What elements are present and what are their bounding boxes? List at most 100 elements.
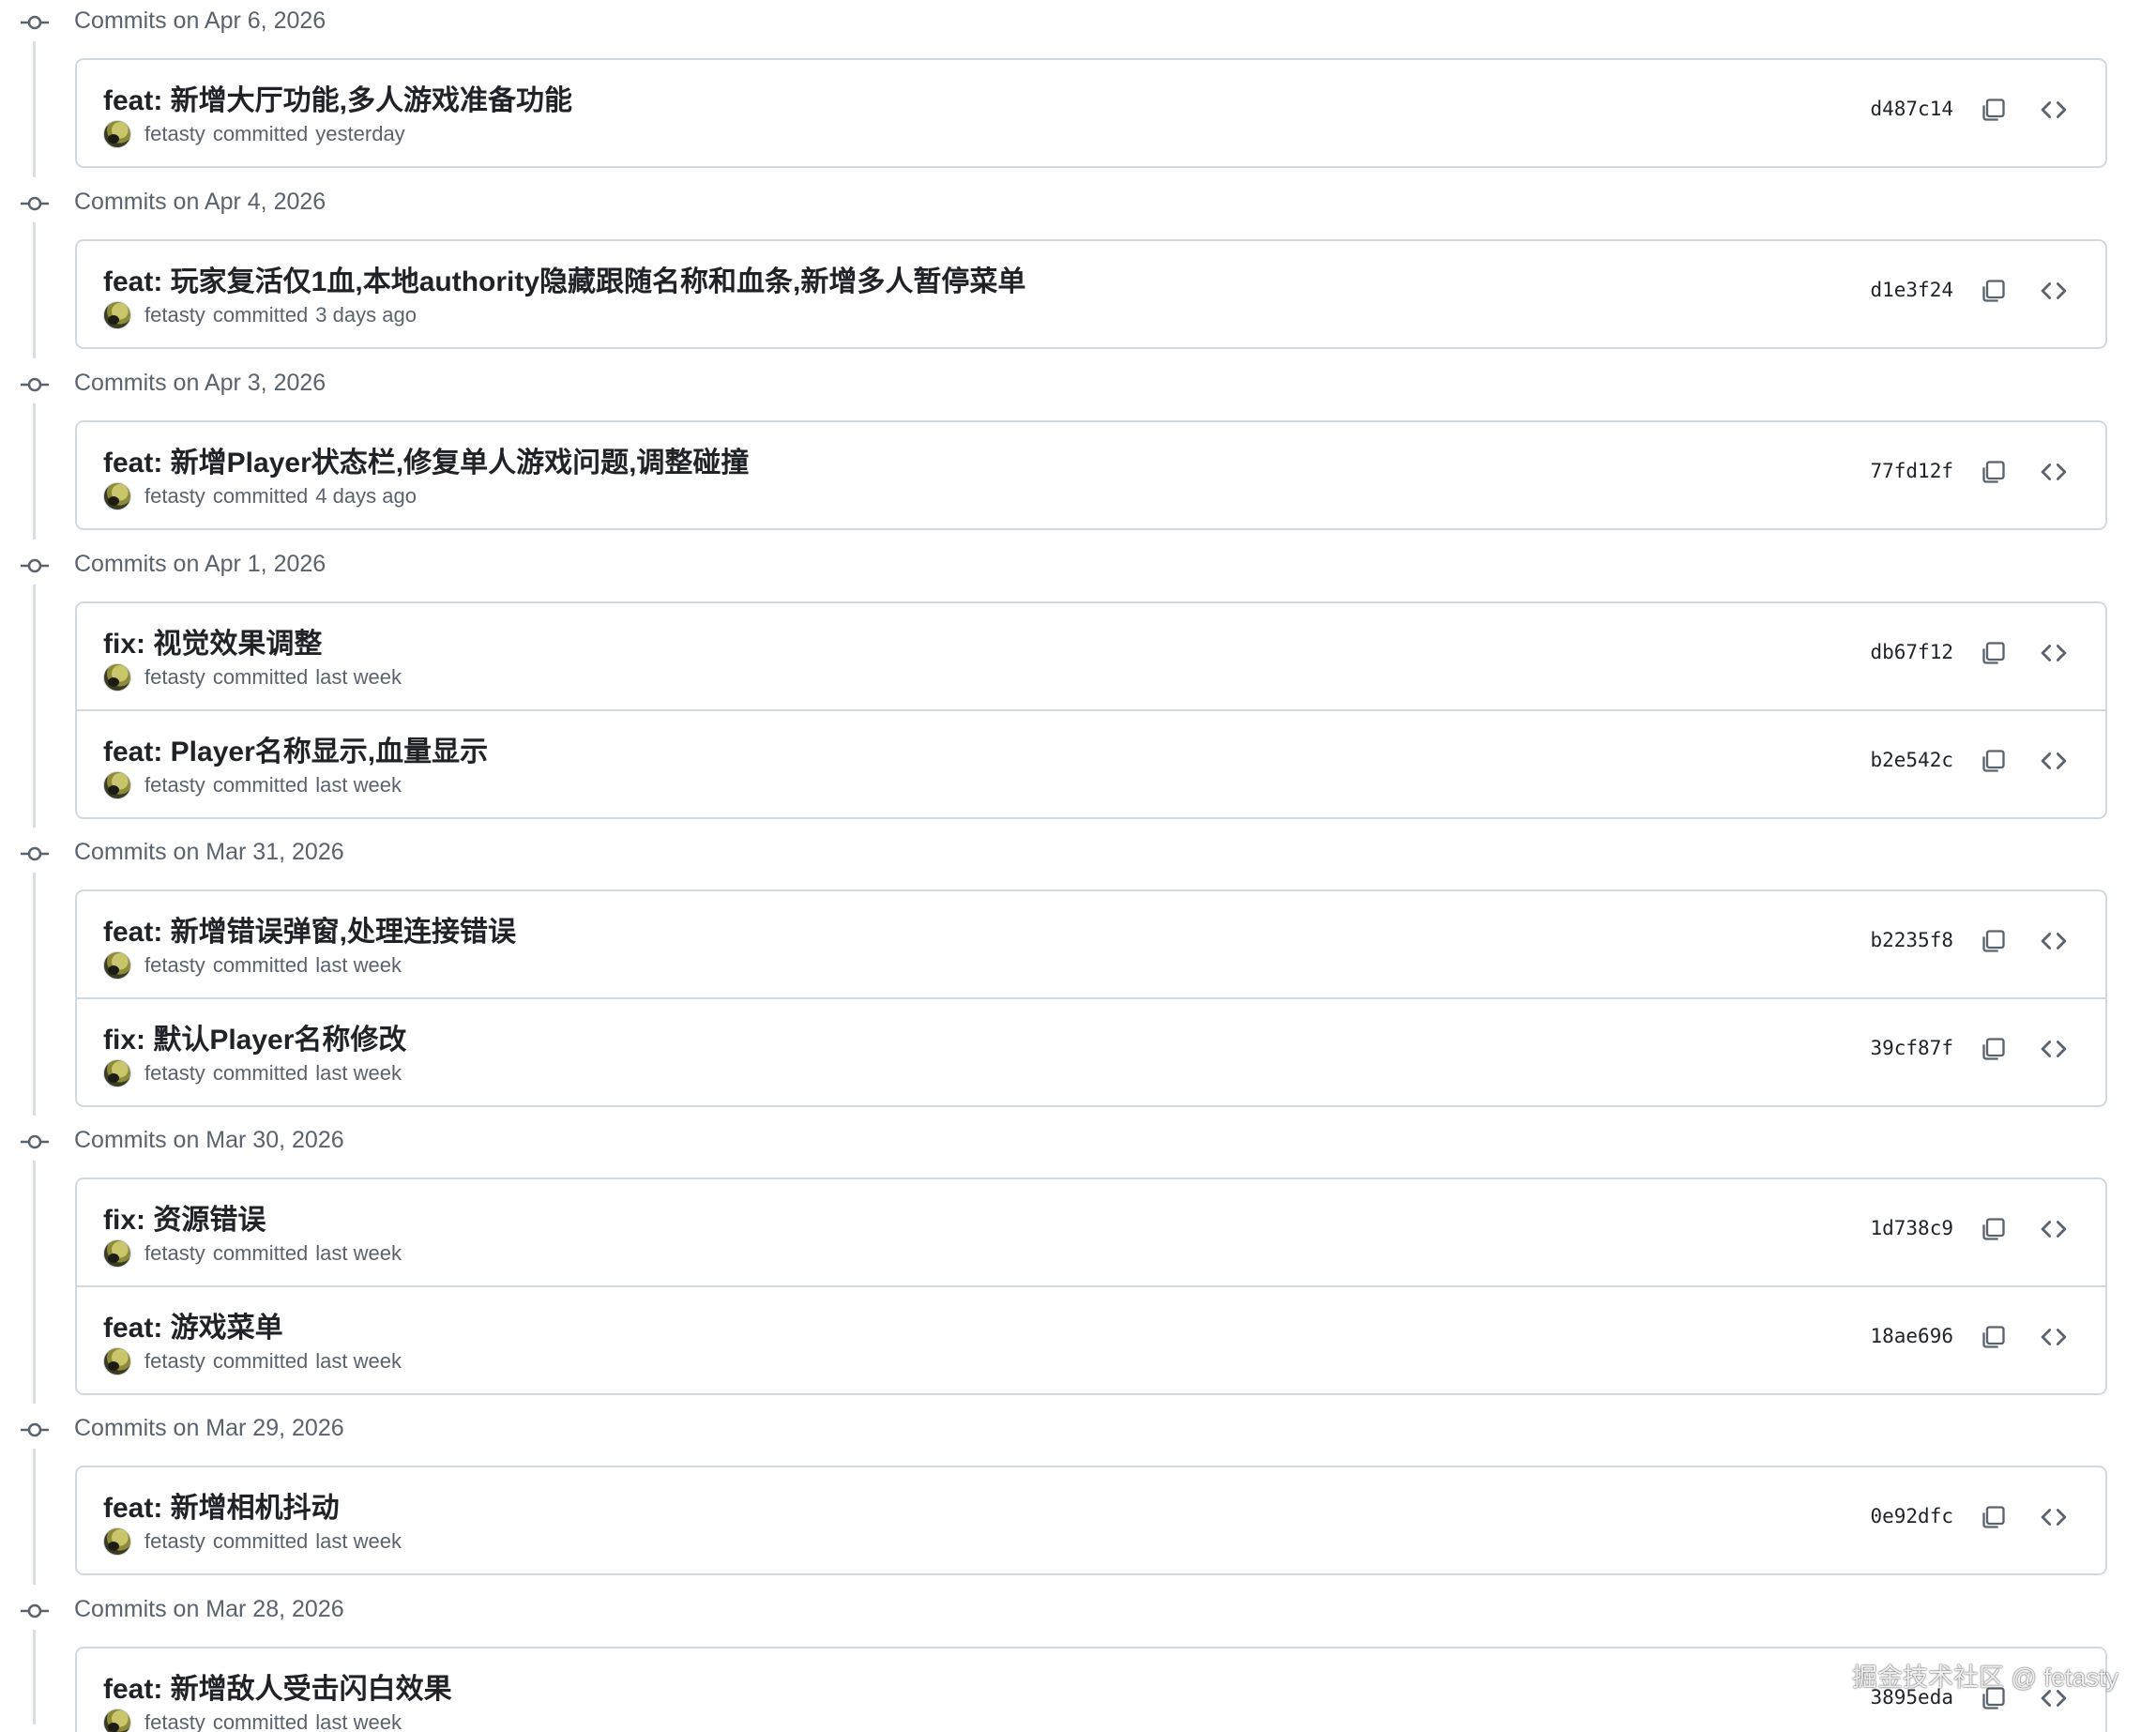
watermark-text: 掘金技术社区 @ fetasty [1852, 1664, 2118, 1692]
git-commit-icon [21, 558, 49, 573]
timeline-line [33, 1161, 36, 1404]
browse-repo-button[interactable] [2038, 1033, 2070, 1065]
browse-repo-button[interactable] [2038, 925, 2070, 957]
commit-title-link[interactable]: feat: 新增相机抖动 [103, 1484, 340, 1526]
commit-meta: fetasty committed last week [103, 1239, 402, 1268]
commit-group-date: Commits on Apr 4, 2026 [74, 189, 326, 215]
commit-meta: fetasty committed 3 days ago [103, 301, 417, 329]
commit-action-text: committed [212, 665, 309, 689]
copy-sha-button[interactable] [1978, 94, 2010, 126]
copy-icon [1982, 642, 2005, 664]
commit-author-link[interactable]: fetasty [144, 1349, 205, 1374]
commit-title-link[interactable]: feat: 新增大厅功能,多人游戏准备功能 [103, 77, 572, 118]
commit-sha-link[interactable]: 1d738c9 [1870, 1217, 1953, 1239]
commit-sha-link[interactable]: 39cf87f [1870, 1037, 1953, 1059]
avatar[interactable] [103, 951, 131, 980]
git-commit-icon [21, 1134, 49, 1149]
commit-sha-link[interactable]: d1e3f24 [1870, 279, 1953, 301]
commit-author-link[interactable]: fetasty [144, 122, 205, 146]
avatar[interactable] [103, 1059, 131, 1087]
commit-sha-link[interactable]: 0e92dfc [1870, 1505, 1953, 1527]
commit-meta: fetasty committed last week [103, 663, 402, 691]
avatar[interactable] [103, 663, 131, 691]
code-icon [2041, 1041, 2067, 1057]
commit-relative-time: last week [315, 1241, 402, 1265]
avatar[interactable] [103, 1527, 131, 1556]
commit-author-link[interactable]: fetasty [144, 773, 205, 798]
commit-sha-link[interactable]: 77fd12f [1870, 460, 1953, 482]
commit-group-date: Commits on Apr 3, 2026 [74, 370, 326, 396]
commit-row: feat: Player名称显示,血量显示 fetasty committed las… [77, 709, 2105, 815]
browse-repo-button[interactable] [2038, 1321, 2070, 1353]
commit-action-text: committed [212, 1061, 309, 1085]
commit-author-link[interactable]: fetasty [144, 665, 205, 690]
avatar[interactable] [103, 482, 131, 510]
code-icon [2041, 1329, 2067, 1345]
code-icon [2041, 282, 2067, 299]
commit-author-link[interactable]: fetasty [144, 303, 205, 327]
timeline-line [33, 403, 36, 539]
timeline-line [33, 1449, 36, 1585]
commit-sha-link[interactable]: d487c14 [1870, 98, 1953, 120]
timeline-line [33, 1630, 36, 1724]
commit-title-link[interactable]: feat: 新增Player状态栏,修复单人游戏问题,调整碰撞 [103, 439, 749, 480]
commit-author-link[interactable]: fetasty [144, 953, 205, 978]
avatar[interactable] [103, 1709, 131, 1732]
browse-repo-button[interactable] [2038, 745, 2070, 777]
copy-sha-button[interactable] [1978, 637, 2010, 669]
commit-title-link[interactable]: feat: 新增敌人受击闪白效果 [103, 1665, 452, 1707]
commit-relative-time: yesterday [315, 122, 405, 145]
avatar[interactable] [103, 1239, 131, 1268]
browse-repo-button[interactable] [2038, 1213, 2070, 1245]
commit-list-box: feat: 新增Player状态栏,修复单人游戏问题,调整碰撞 fetasty co… [75, 420, 2107, 530]
commit-author-link[interactable]: fetasty [144, 1061, 205, 1086]
avatar[interactable] [103, 1347, 131, 1375]
browse-repo-button[interactable] [2038, 456, 2070, 488]
commit-author-link[interactable]: fetasty [144, 1710, 205, 1732]
commit-row: feat: 玩家复活仅1血,本地authority隐藏跟随名称和血条,新增多人暂… [77, 241, 2105, 347]
commit-action-text: committed [212, 1241, 309, 1265]
commit-title-link[interactable]: fix: 默认Player名称修改 [103, 1016, 406, 1057]
commit-relative-time: last week [315, 1061, 402, 1085]
commit-author-link[interactable]: fetasty [144, 1241, 205, 1266]
commit-title-link[interactable]: feat: 新增错误弹窗,处理连接错误 [103, 908, 516, 950]
code-icon [2041, 933, 2067, 950]
browse-repo-button[interactable] [2038, 637, 2070, 669]
copy-sha-button[interactable] [1978, 1033, 2010, 1065]
commit-sha-link[interactable]: db67f12 [1870, 641, 1953, 663]
copy-sha-button[interactable] [1978, 925, 2010, 957]
browse-repo-button[interactable] [2038, 275, 2070, 307]
commit-row: fix: 视觉效果调整 fetasty committed last week db67… [77, 603, 2105, 709]
copy-sha-button[interactable] [1978, 1213, 2010, 1245]
commit-group-date: Commits on Mar 29, 2026 [74, 1415, 344, 1441]
copy-sha-button[interactable] [1978, 1501, 2010, 1533]
browse-repo-button[interactable] [2038, 1501, 2070, 1533]
commit-title-link[interactable]: feat: 玩家复活仅1血,本地authority隐藏跟随名称和血条,新增多人暂… [103, 258, 1025, 299]
commit-sha-link[interactable]: b2235f8 [1870, 929, 1953, 951]
commit-title-link[interactable]: fix: 资源错误 [103, 1196, 266, 1238]
commit-meta: fetasty committed last week [103, 771, 402, 799]
copy-sha-button[interactable] [1978, 275, 2010, 307]
copy-icon [1982, 99, 2005, 121]
avatar[interactable] [103, 120, 131, 148]
avatar[interactable] [103, 301, 131, 329]
copy-sha-button[interactable] [1978, 745, 2010, 777]
commit-sha-link[interactable]: b2e542c [1870, 749, 1953, 771]
browse-repo-button[interactable] [2038, 94, 2070, 126]
commit-relative-time: last week [315, 773, 402, 797]
copy-icon [1982, 280, 2005, 302]
commit-group-date: Commits on Apr 6, 2026 [74, 8, 326, 34]
commit-group-date: Commits on Mar 31, 2026 [74, 839, 344, 865]
avatar[interactable] [103, 771, 131, 799]
commit-title-link[interactable]: feat: Player名称显示,血量显示 [103, 728, 488, 769]
commit-group-header: Commits on Apr 6, 2026 [0, 4, 563, 41]
copy-icon [1982, 461, 2005, 483]
copy-sha-button[interactable] [1978, 456, 2010, 488]
commit-author-link[interactable]: fetasty [144, 1529, 205, 1554]
commit-author-link[interactable]: fetasty [144, 484, 205, 509]
commit-list-box: feat: 新增大厅功能,多人游戏准备功能 fetasty committed yes… [75, 58, 2107, 168]
commit-title-link[interactable]: feat: 游戏菜单 [103, 1304, 283, 1345]
commit-sha-link[interactable]: 18ae696 [1870, 1325, 1953, 1347]
copy-sha-button[interactable] [1978, 1321, 2010, 1353]
commit-title-link[interactable]: fix: 视觉效果调整 [103, 620, 322, 661]
